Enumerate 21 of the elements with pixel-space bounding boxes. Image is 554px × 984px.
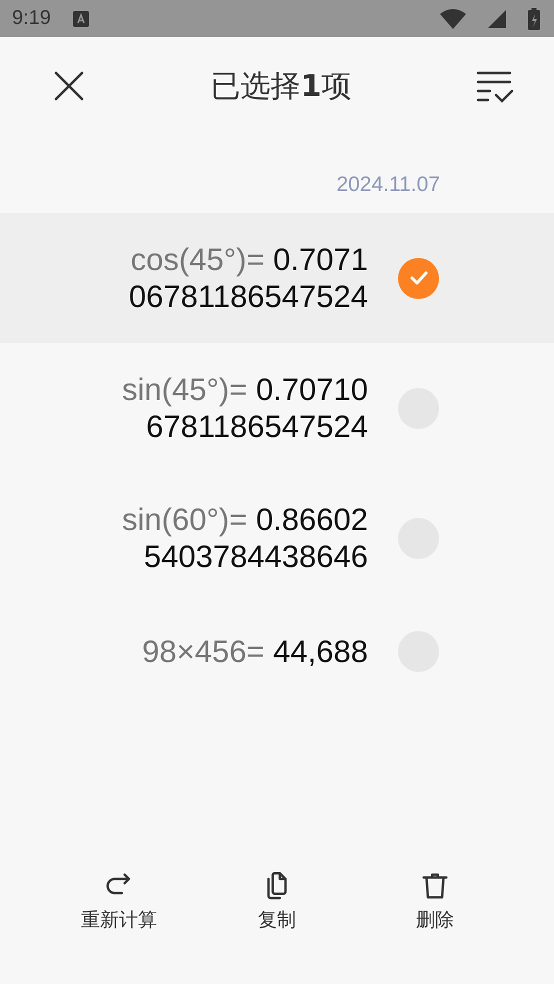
history-date: 2024.11.07 (336, 173, 440, 197)
battery-charging-icon (528, 8, 540, 30)
copy-button[interactable]: 复制 (258, 869, 296, 933)
history-row[interactable]: cos(45°)= 0.707106781186547524 (0, 213, 554, 343)
select-checkbox[interactable] (398, 258, 439, 298)
keyboard-a-icon (72, 10, 89, 26)
history-row[interactable]: sin(60°)= 0.866025403784438646 (0, 473, 554, 603)
status-time: 9:19 (12, 7, 51, 30)
wifi-icon (440, 8, 466, 28)
delete-button[interactable]: 删除 (416, 869, 454, 933)
select-all-button[interactable] (476, 69, 514, 103)
history-row[interactable]: 98×456= 44,688 (0, 603, 554, 700)
calculation-text: 98×456= 44,688 (141, 633, 368, 670)
signal-icon (488, 10, 506, 28)
recalculate-button[interactable]: 重新计算 (81, 869, 157, 933)
calculation-text: sin(45°)= 0.707106781186547524 (121, 371, 368, 445)
selection-title: 已选择1项 (210, 68, 352, 106)
calculation-text: cos(45°)= 0.707106781186547524 (128, 241, 368, 315)
calculation-text: sin(60°)= 0.866025403784438646 (121, 501, 368, 575)
close-button[interactable] (52, 69, 86, 103)
history-row[interactable]: sin(45°)= 0.707106781186547524 (0, 343, 554, 473)
